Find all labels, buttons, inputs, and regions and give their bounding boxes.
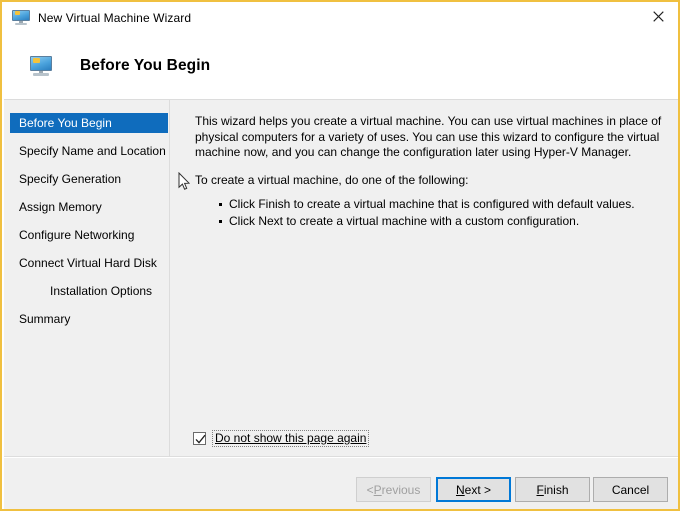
cancel-label-post: Cancel xyxy=(611,482,650,497)
sidebar-item-specify-name-and-location[interactable]: Specify Name and Location xyxy=(10,141,169,161)
previous-label-post: revious xyxy=(381,482,421,497)
wizard-body: Before You Begin Specify Name and Locati… xyxy=(4,100,678,457)
close-button[interactable] xyxy=(636,2,678,31)
wizard-footer: < Previous Next > Finish Cancel xyxy=(4,458,678,509)
instruction-paragraph: To create a virtual machine, do one of t… xyxy=(195,172,469,187)
checkbox-box[interactable] xyxy=(193,432,206,445)
sidebar-item-before-you-begin[interactable]: Before You Begin xyxy=(10,113,168,133)
sidebar-item-installation-options[interactable]: Installation Options xyxy=(10,281,169,301)
sidebar-item-summary[interactable]: Summary xyxy=(10,309,169,329)
monitor-icon xyxy=(12,9,30,26)
cancel-button[interactable]: Cancel xyxy=(593,477,668,502)
monitor-icon xyxy=(30,56,52,76)
next-label-mnemonic: N xyxy=(455,482,465,497)
finish-button[interactable]: Finish xyxy=(515,477,590,502)
page-title: Before You Begin xyxy=(80,57,211,74)
previous-label-pre: < xyxy=(366,482,374,497)
options-bullet-list: Click Finish to create a virtual machine… xyxy=(195,196,665,229)
list-item: Click Next to create a virtual machine w… xyxy=(219,213,665,229)
sidebar-item-connect-virtual-hard-disk[interactable]: Connect Virtual Hard Disk xyxy=(10,253,169,273)
close-icon xyxy=(652,11,664,22)
wizard-header: Before You Begin xyxy=(4,33,678,100)
intro-paragraph: This wizard helps you create a virtual m… xyxy=(195,114,662,159)
checkbox-label[interactable]: Do not show this page again xyxy=(212,430,370,447)
sidebar-item-assign-memory[interactable]: Assign Memory xyxy=(10,197,169,217)
list-item: Click Finish to create a virtual machine… xyxy=(219,196,665,212)
previous-label-mnemonic: P xyxy=(373,482,382,497)
title-bar: New Virtual Machine Wizard xyxy=(4,2,678,33)
sidebar-item-configure-networking[interactable]: Configure Networking xyxy=(10,225,169,245)
wizard-step-list: Before You Begin Specify Name and Locati… xyxy=(4,100,170,457)
next-button[interactable]: Next > xyxy=(436,477,511,502)
next-label-post: ext > xyxy=(464,482,492,497)
checkmark-icon xyxy=(195,434,206,444)
previous-button[interactable]: < Previous xyxy=(356,477,431,502)
do-not-show-again-checkbox[interactable]: Do not show this page again xyxy=(193,430,370,447)
new-virtual-machine-wizard-window: New Virtual Machine Wizard Before You Be… xyxy=(0,0,680,511)
window-title: New Virtual Machine Wizard xyxy=(38,10,192,25)
finish-label-post: inish xyxy=(543,482,569,497)
wizard-content-panel: This wizard helps you create a virtual m… xyxy=(171,100,678,457)
sidebar-item-specify-generation[interactable]: Specify Generation xyxy=(10,169,169,189)
finish-label-mnemonic: F xyxy=(536,482,544,497)
